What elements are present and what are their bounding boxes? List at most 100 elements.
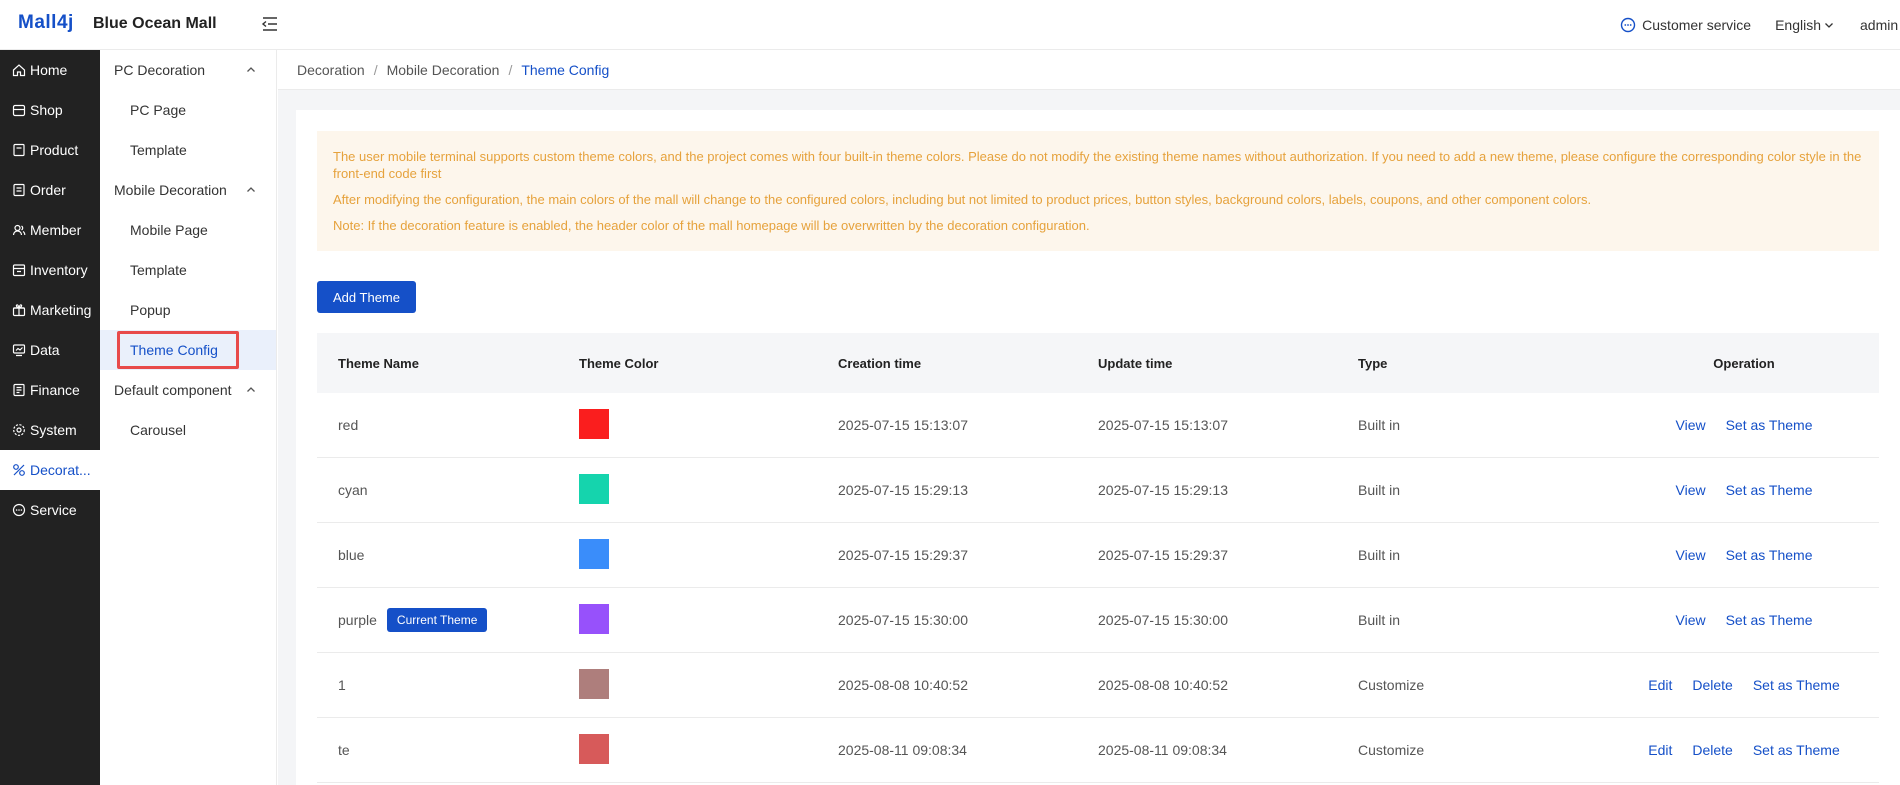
menu-collapse-icon[interactable] [261, 15, 279, 33]
color-swatch [579, 603, 609, 634]
table-body: red 2025-07-15 15:13:07 2025-07-15 15:13… [317, 393, 1879, 783]
user-menu[interactable]: admin [1860, 17, 1900, 33]
theme-name: cyan [338, 482, 368, 498]
language-label: English [1775, 17, 1821, 33]
header-operation: Operation [1713, 355, 1775, 371]
submenu-item-popup[interactable]: Popup [100, 290, 276, 330]
submenu-item-theme-config[interactable]: Theme Config [100, 330, 276, 370]
submenu-group-pc[interactable]: PC Decoration [100, 50, 276, 90]
sidebar-item-inventory[interactable]: Inventory [0, 250, 100, 290]
notice-line: The user mobile terminal supports custom… [333, 149, 1862, 181]
header-theme-name: Theme Name [338, 355, 419, 371]
cell-update-time: 2025-07-15 15:30:00 [1098, 612, 1228, 628]
breadcrumb-decoration[interactable]: Decoration [297, 62, 365, 78]
submenu-item-label: Template [130, 262, 187, 278]
cell-update-time: 2025-08-11 09:08:34 [1098, 742, 1227, 758]
language-dropdown[interactable]: English [1775, 17, 1834, 33]
sidebar-item-finance[interactable]: Finance [0, 370, 100, 410]
header-type: Type [1358, 355, 1388, 371]
view-link[interactable]: View [1676, 612, 1706, 628]
set-as-theme-link[interactable]: Set as Theme [1726, 547, 1813, 563]
chevron-up-icon [247, 387, 255, 392]
header-creation-time: Creation time [838, 355, 922, 371]
chat-icon [1620, 17, 1636, 33]
cell-operation: View Set as Theme [1609, 417, 1879, 433]
sidebar-item-label: System [30, 422, 77, 438]
sidebar-item-label: Member [30, 222, 82, 238]
cell-theme-name: purple Current Theme [317, 608, 571, 632]
sidebar-item-label: Order [30, 182, 66, 198]
submenu-item-label: Mobile Page [130, 222, 208, 238]
submenu-group-mobile[interactable]: Mobile Decoration [100, 170, 276, 210]
mall4j-logo[interactable]: Mall4j [18, 12, 74, 34]
breadcrumb-mobile-decoration[interactable]: Mobile Decoration [387, 62, 500, 78]
sidebar-item-order[interactable]: Order [0, 170, 100, 210]
cell-type: Customize [1358, 742, 1425, 758]
delete-link[interactable]: Delete [1692, 742, 1732, 758]
decoration-icon [13, 464, 25, 476]
set-as-theme-link[interactable]: Set as Theme [1726, 612, 1813, 628]
cell-theme-color [571, 538, 830, 572]
customer-service-label: Customer service [1642, 17, 1752, 33]
breadcrumb-separator: / [373, 61, 378, 78]
theme-name: purple [338, 612, 377, 628]
view-link[interactable]: View [1676, 547, 1706, 563]
edit-link[interactable]: Edit [1648, 742, 1672, 758]
sidebar-item-product[interactable]: Product [0, 130, 100, 170]
delete-link[interactable]: Delete [1692, 677, 1732, 693]
color-swatch [579, 538, 609, 569]
set-as-theme-link[interactable]: Set as Theme [1726, 482, 1813, 498]
sidebar-item-label: Marketing [30, 302, 92, 318]
set-as-theme-link[interactable]: Set as Theme [1753, 677, 1840, 693]
submenu-item-pc-page[interactable]: PC Page [100, 90, 276, 130]
current-theme-badge: Current Theme [386, 608, 488, 632]
sidebar-item-marketing[interactable]: Marketing [0, 290, 100, 330]
sidebar-item-data[interactable]: Data [0, 330, 100, 370]
submenu-item-pc-template[interactable]: Template [100, 130, 276, 170]
submenu-group-default-component[interactable]: Default component [100, 370, 276, 410]
notice-line: Note: If the decoration feature is enabl… [333, 218, 1090, 233]
color-swatch [579, 473, 609, 504]
set-as-theme-link[interactable]: Set as Theme [1726, 417, 1813, 433]
cell-type: Built in [1358, 417, 1401, 433]
finance-icon [13, 383, 25, 397]
sidebar-item-service[interactable]: Service [0, 490, 100, 530]
sidebar-item-home[interactable]: Home [0, 50, 100, 90]
data-icon [12, 344, 26, 357]
sidebar-item-decoration[interactable]: Decorat... [0, 450, 100, 490]
member-icon [12, 224, 26, 236]
sidebar-item-system[interactable]: System [0, 410, 100, 450]
header-update-time: Update time [1098, 355, 1173, 371]
sidebar-item-label: Decorat... [30, 462, 91, 478]
cell-theme-name: te [317, 742, 571, 758]
cell-update-time: 2025-07-15 15:29:37 [1098, 547, 1228, 563]
add-theme-button[interactable]: Add Theme [317, 281, 416, 313]
view-link[interactable]: View [1676, 417, 1706, 433]
cell-operation: View Set as Theme [1609, 547, 1879, 563]
sidebar-item-label: Service [30, 502, 77, 518]
cell-operation: Edit Delete Set as Theme [1609, 677, 1879, 693]
system-gear-icon [13, 424, 25, 436]
customer-service-button[interactable]: Customer service [1620, 17, 1751, 33]
sidebar-item-label: Product [30, 142, 79, 158]
view-link[interactable]: View [1676, 482, 1706, 498]
submenu-item-carousel[interactable]: Carousel [100, 410, 276, 450]
submenu-item-label: PC Page [130, 102, 187, 118]
sidebar-item-shop[interactable]: Shop [0, 90, 100, 130]
cell-creation-time: 2025-08-11 09:08:34 [838, 742, 967, 758]
home-icon [12, 64, 26, 77]
sidebar-item-member[interactable]: Member [0, 210, 100, 250]
set-as-theme-link[interactable]: Set as Theme [1753, 742, 1840, 758]
sidebar-item-label: Shop [30, 102, 63, 118]
submenu-item-mobile-page[interactable]: Mobile Page [100, 210, 276, 250]
table-row: 1 2025-08-08 10:40:52 2025-08-08 10:40:5… [317, 653, 1879, 718]
theme-table: Theme Name Theme Color Creation time Upd… [317, 333, 1879, 783]
submenu-item-mobile-template[interactable]: Template [100, 250, 276, 290]
marketing-icon [12, 304, 26, 317]
edit-link[interactable]: Edit [1648, 677, 1672, 693]
breadcrumb-separator: / [508, 61, 513, 78]
cell-theme-color [571, 668, 830, 702]
cell-type: Built in [1358, 482, 1401, 498]
cell-creation-time: 2025-07-15 15:13:07 [838, 417, 968, 433]
cell-operation: View Set as Theme [1609, 482, 1879, 498]
